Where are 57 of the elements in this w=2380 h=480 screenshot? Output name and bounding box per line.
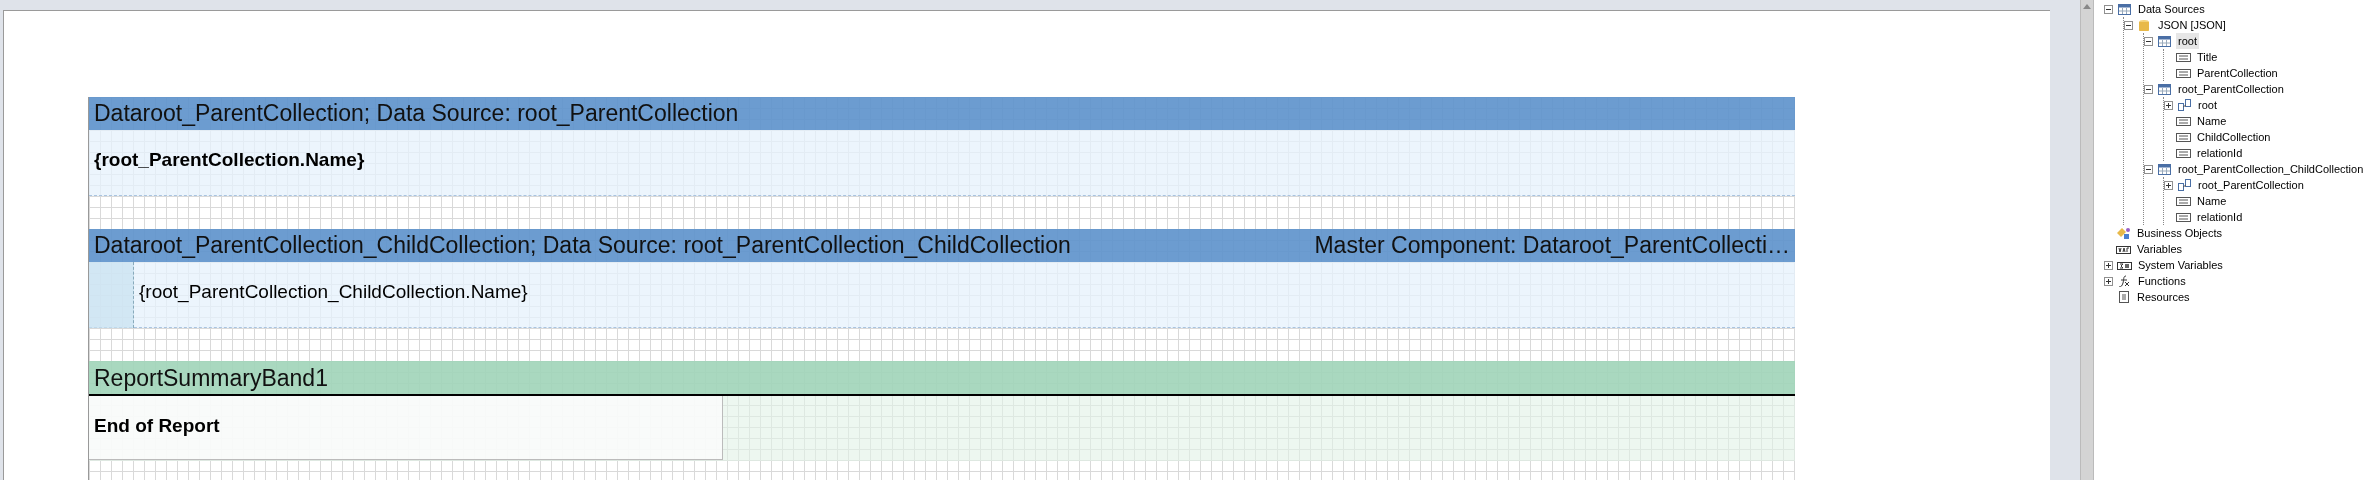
database-icon [2137, 19, 2152, 31]
tree-item[interactable]: root_ParentCollection [2196, 177, 2306, 193]
field-icon [2176, 147, 2191, 159]
tree-item[interactable]: ChildCollection [2195, 129, 2273, 145]
band-header[interactable]: Dataroot_ParentCollection_ChildCollection; Data Source: root_ParentCollection_ChildCollection Master Component: Dataroot_ParentCollecti… [89, 229, 1795, 262]
field-icon [2176, 195, 2191, 207]
variable-icon [2117, 259, 2132, 271]
tree-item[interactable]: Name [2195, 193, 2229, 209]
text-component[interactable]: End of Report [89, 396, 723, 460]
objects-icon [2116, 227, 2131, 239]
band-title: Dataroot_ParentCollection; Data Source: root_ParentCollection [94, 99, 739, 128]
tree-item[interactable]: Title [2195, 49, 2220, 65]
function-icon [2117, 275, 2132, 287]
expand-icon[interactable] [2164, 180, 2173, 190]
tree-item[interactable]: Name [2195, 113, 2229, 129]
text-field: End of Report [89, 415, 220, 436]
collapse-icon[interactable] [2144, 164, 2153, 174]
expand-icon[interactable] [2104, 276, 2113, 286]
tree-item[interactable]: Variables [2135, 241, 2185, 257]
band-header[interactable]: Dataroot_ParentCollection; Data Source: root_ParentCollection [89, 97, 1795, 130]
tree-item[interactable]: root [2176, 33, 2199, 49]
band-header[interactable]: ReportSummaryBand1 [89, 361, 1795, 396]
collapse-icon[interactable] [2124, 20, 2133, 30]
tree-item[interactable]: Functions [2136, 273, 2188, 289]
table-icon [2157, 35, 2172, 47]
tree-item[interactable]: root [2196, 97, 2219, 113]
tree-item[interactable]: JSON [JSON] [2156, 17, 2228, 33]
document-icon [2116, 291, 2131, 303]
collapse-icon[interactable] [2144, 84, 2153, 94]
tree-item[interactable]: System Variables [2136, 257, 2225, 273]
collapse-icon[interactable] [2104, 4, 2113, 14]
field-icon [2176, 131, 2191, 143]
master-component-label: Master Component: Dataroot_ParentCollecti… [1314, 231, 1790, 260]
table-icon [2117, 3, 2132, 15]
relation-icon [2177, 99, 2192, 111]
field-icon [2176, 67, 2191, 79]
band-title: ReportSummaryBand1 [94, 364, 328, 393]
expand-icon[interactable] [2104, 260, 2113, 270]
scrollbar[interactable] [2080, 0, 2094, 480]
expand-icon[interactable] [2164, 100, 2173, 110]
collapse-icon[interactable] [2144, 36, 2153, 46]
tree-item[interactable]: root_ParentCollection [2176, 81, 2286, 97]
variable-icon [2116, 243, 2131, 255]
field-icon [2176, 211, 2191, 223]
relation-icon [2177, 179, 2192, 191]
tree-item[interactable]: ParentCollection [2195, 65, 2280, 81]
field-icon [2176, 51, 2191, 63]
tree-item[interactable]: relationId [2195, 209, 2245, 225]
field-icon [2176, 115, 2191, 127]
tree-item[interactable]: relationId [2195, 145, 2245, 161]
table-icon [2157, 163, 2172, 175]
tree-item[interactable]: Data Sources [2136, 1, 2207, 17]
table-icon [2157, 83, 2172, 95]
tree-item[interactable]: Business Objects [2135, 225, 2224, 241]
tree-item[interactable]: Resources [2135, 289, 2192, 305]
tree-item[interactable]: root_ParentCollection_ChildCollection [2176, 161, 2366, 177]
band-title: Dataroot_ParentCollection_ChildCollection; Data Source: root_ParentCollection_ChildCollection [94, 231, 1071, 260]
